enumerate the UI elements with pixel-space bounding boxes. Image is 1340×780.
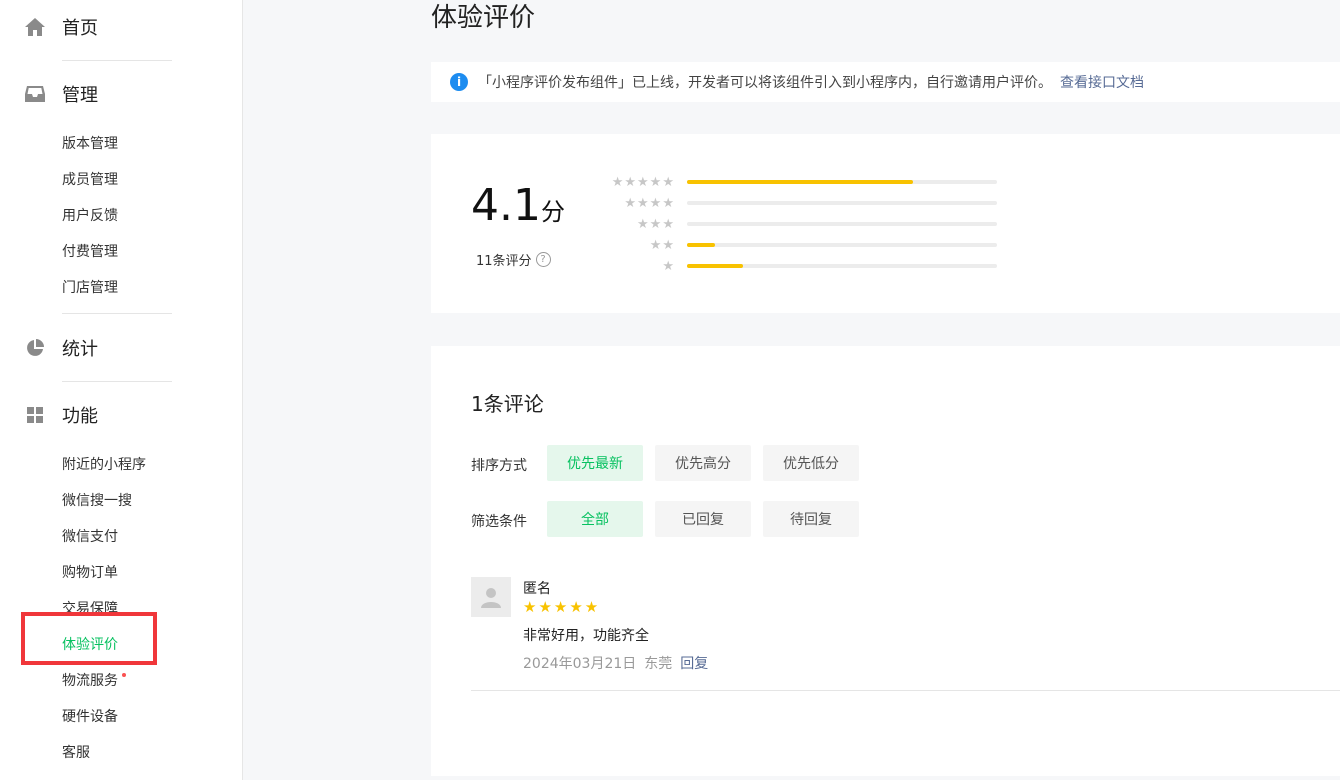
filter-pending-button[interactable]: 待回复 <box>763 501 859 537</box>
sidebar-item-wechat-pay[interactable]: 微信支付 <box>62 528 118 546</box>
nav-manage-label: 管理 <box>62 85 98 106</box>
sidebar-item-search[interactable]: 微信搜一搜 <box>62 492 132 510</box>
sort-high-score-button[interactable]: 优先高分 <box>655 445 751 481</box>
comments-title: 1条评论 <box>471 392 544 416</box>
nav-home-label: 首页 <box>62 18 98 39</box>
view-api-docs-link[interactable]: 查看接口文档 <box>1060 72 1144 92</box>
nav-stats[interactable]: 统计 <box>24 336 98 360</box>
distribution-bar-fill <box>687 180 914 184</box>
info-icon: i <box>450 73 468 91</box>
rating-count-text: 11条评分 <box>476 254 532 269</box>
reply-link[interactable]: 回复 <box>680 656 708 672</box>
divider <box>62 313 172 314</box>
home-icon <box>24 16 46 38</box>
nav-stats-label: 统计 <box>62 339 98 360</box>
rating-summary-card: 4.1分 11条评分 ? ★★★★★ ★★★★ ★★★ ★★ ★ <box>431 134 1340 313</box>
sidebar-item-label: 物流服务 <box>62 673 118 689</box>
sidebar-item-hardware[interactable]: 硬件设备 <box>62 708 118 726</box>
filter-label: 筛选条件 <box>471 514 527 530</box>
nav-features-label: 功能 <box>62 406 98 427</box>
user-icon <box>481 588 501 608</box>
distribution-row-1: ★ <box>591 258 997 274</box>
distribution-bar <box>687 243 997 247</box>
comment-star-rating: ★★★★★ <box>523 598 601 616</box>
page-title: 体验评价 <box>431 3 536 33</box>
sidebar-item-version[interactable]: 版本管理 <box>62 135 118 153</box>
comment-location: 东莞 <box>644 656 673 672</box>
nav-manage[interactable]: 管理 <box>24 82 98 106</box>
distribution-bar <box>687 264 997 268</box>
rating-count: 11条评分 ? <box>476 250 551 269</box>
comments-card: 1条评论 排序方式 优先最新 优先高分 优先低分 筛选条件 全部 已回复 待回复… <box>431 346 1340 776</box>
star-rating-icon: ★★★★★ <box>611 174 675 190</box>
sort-low-score-button[interactable]: 优先低分 <box>763 445 859 481</box>
divider <box>62 60 172 61</box>
avatar <box>471 577 511 617</box>
divider <box>471 690 1340 691</box>
distribution-row-2: ★★ <box>591 237 997 253</box>
divider <box>62 381 172 382</box>
highlight-annotation-box <box>21 612 157 665</box>
sidebar-item-customer-service[interactable]: 客服 <box>62 744 90 762</box>
star-rating-icon: ★★★ <box>637 216 675 232</box>
distribution-bar-fill <box>687 264 743 268</box>
comment-text: 非常好用，功能齐全 <box>523 628 649 644</box>
notice-bar: i 「小程序评价发布组件」已上线，开发者可以将该组件引入到小程序内，自行邀请用户… <box>431 62 1340 102</box>
nav-home[interactable]: 首页 <box>24 15 98 39</box>
filter-all-button[interactable]: 全部 <box>547 501 643 537</box>
score-value: 4.1 <box>471 180 541 231</box>
star-rating-icon: ★★★★ <box>624 195 675 211</box>
star-rating-icon: ★ <box>662 258 675 274</box>
star-rating-icon: ★★ <box>649 237 675 253</box>
average-score: 4.1分 <box>471 180 565 231</box>
distribution-row-4: ★★★★ <box>591 195 997 211</box>
sidebar-item-orders[interactable]: 购物订单 <box>62 564 118 582</box>
filter-replied-button[interactable]: 已回复 <box>655 501 751 537</box>
sidebar-item-feedback[interactable]: 用户反馈 <box>62 207 118 225</box>
new-dot-badge <box>122 673 126 677</box>
sort-newest-button[interactable]: 优先最新 <box>547 445 643 481</box>
distribution-bar-fill <box>687 243 715 247</box>
sidebar-item-members[interactable]: 成员管理 <box>62 171 118 189</box>
distribution-bar <box>687 180 997 184</box>
sidebar-item-stores[interactable]: 门店管理 <box>62 279 118 297</box>
comment-author: 匿名 <box>523 581 551 597</box>
inbox-icon <box>24 83 46 105</box>
score-unit: 分 <box>540 198 565 226</box>
distribution-bar <box>687 222 997 226</box>
comment-date: 2024年03月21日 <box>523 656 637 672</box>
nav-features[interactable]: 功能 <box>24 403 98 427</box>
help-icon[interactable]: ? <box>535 252 551 267</box>
sidebar-item-logistics[interactable]: 物流服务 <box>62 672 126 690</box>
comment-meta: 2024年03月21日 东莞 回复 <box>523 653 708 673</box>
sidebar-item-nearby[interactable]: 附近的小程序 <box>62 456 146 474</box>
pie-chart-icon <box>24 337 46 359</box>
distribution-row-5: ★★★★★ <box>591 174 997 190</box>
sidebar-item-payment[interactable]: 付费管理 <box>62 243 118 261</box>
grid-icon <box>24 404 46 426</box>
notice-text: 「小程序评价发布组件」已上线，开发者可以将该组件引入到小程序内，自行邀请用户评价… <box>478 75 1052 91</box>
distribution-bar <box>687 201 997 205</box>
sidebar: 首页 管理 版本管理 成员管理 用户反馈 付费管理 门店管理 统计 功能 附近的… <box>0 0 243 780</box>
sort-label: 排序方式 <box>471 458 527 474</box>
distribution-row-3: ★★★ <box>591 216 997 232</box>
